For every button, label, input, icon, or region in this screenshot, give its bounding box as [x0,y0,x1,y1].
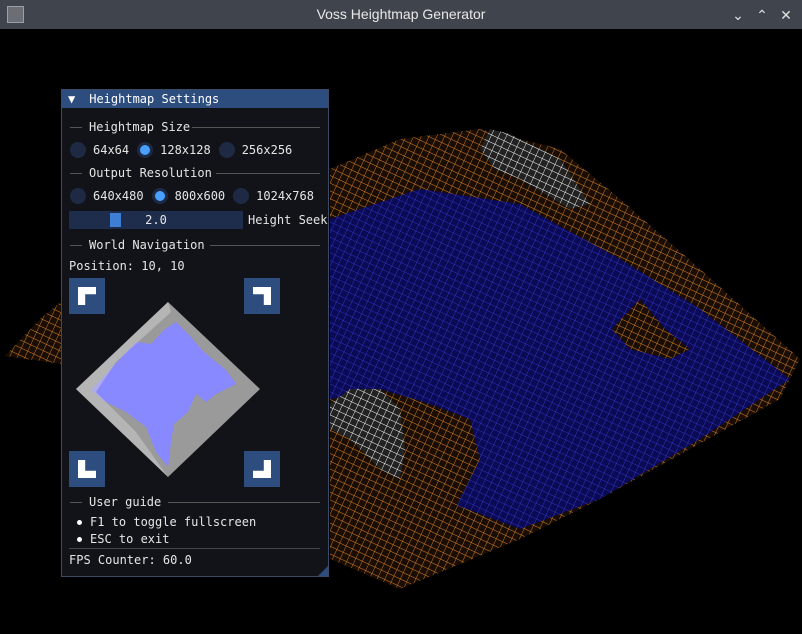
collapse-arrow-icon[interactable]: ▼ [68,90,82,108]
heightmap-settings-panel: ▼ Heightmap Settings Heightmap Size 64x6… [61,89,329,577]
radio-off-icon[interactable] [233,188,250,204]
close-icon[interactable]: ✕ [776,5,796,25]
fps-counter: FPS Counter: 60.0 [69,553,192,567]
heightmap-size-options: 64x64 128x128 256x256 [70,141,300,159]
panel-header[interactable]: ▼ Heightmap Settings [62,90,328,108]
radio-128x128[interactable]: 128x128 [137,142,211,158]
radio-on-icon[interactable] [151,188,168,204]
heightmap-size-separator: Heightmap Size [70,120,320,134]
divider [69,548,320,549]
output-resolution-separator: Output Resolution [70,166,320,180]
minimap[interactable] [76,302,266,477]
guide-item: F1 to toggle fullscreen [77,515,256,529]
panel-title: Heightmap Settings [89,92,220,106]
radio-800x600[interactable]: 800x600 [151,188,225,204]
output-resolution-label: Output Resolution [89,166,212,180]
guide-item: ESC to exit [77,532,169,546]
bullet-icon [77,537,82,542]
world-navigation-label: World Navigation [89,238,205,252]
height-seek-value: 2.0 [145,213,167,227]
radio-256x256[interactable]: 256x256 [218,142,292,158]
resize-grip-icon[interactable] [318,566,328,576]
radio-640x480[interactable]: 640x480 [70,188,144,204]
radio-on-icon[interactable] [137,142,154,158]
radio-off-icon[interactable] [218,142,235,158]
heightmap-size-label: Heightmap Size [89,120,191,134]
radio-off-icon[interactable] [70,142,86,158]
terrain-viewport[interactable]: ▼ Heightmap Settings Heightmap Size 64x6… [0,29,802,630]
radio-off-icon[interactable] [70,188,86,204]
world-navigation-separator: World Navigation [70,238,320,252]
radio-64x64[interactable]: 64x64 [70,142,129,158]
bullet-icon [77,520,82,525]
minimize-icon[interactable]: ⌄ [728,5,748,25]
output-resolution-options: 640x480 800x600 1024x768 [70,187,322,205]
window-title: Voss Heightmap Generator [316,6,486,22]
radio-1024x768[interactable]: 1024x768 [233,188,314,204]
window-titlebar: Voss Heightmap Generator ⌄ ⌃ ✕ [0,0,802,29]
height-seek-slider[interactable]: 2.0 [69,211,243,229]
user-guide-separator: User guide [70,495,320,509]
maximize-icon[interactable]: ⌃ [752,5,772,25]
position-readout: Position: 10, 10 [69,259,185,273]
user-guide-label: User guide [89,495,162,509]
height-seek-label: Height Seek [248,213,328,227]
